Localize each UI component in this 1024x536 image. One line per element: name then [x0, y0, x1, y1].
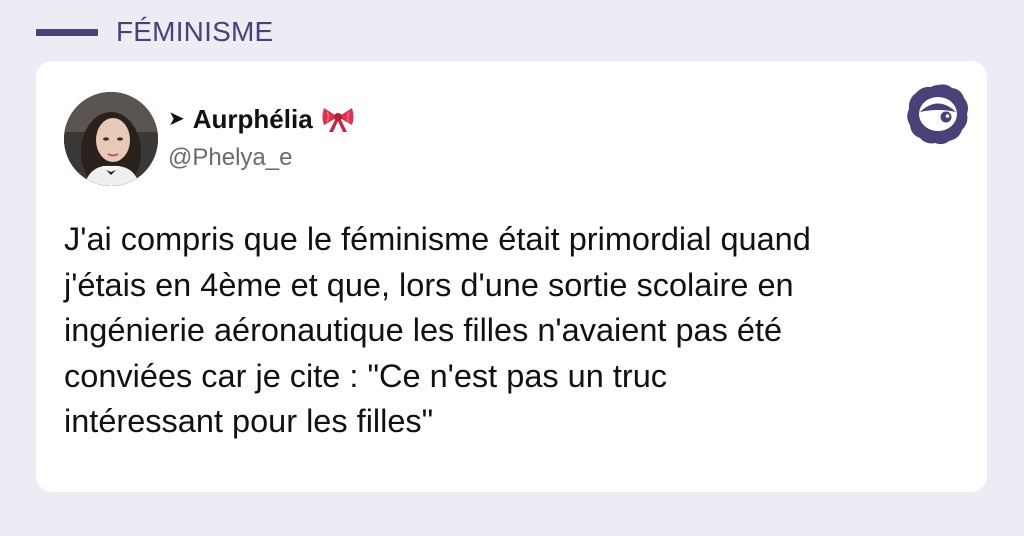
tweet-text-line: conviées car je cite : "Ce n'est pas un …: [64, 357, 668, 394]
page: FÉMINISME ➤ Aurphélia @Phelya_e J'ai com…: [0, 0, 1024, 536]
ribbon-bow-icon: [322, 108, 354, 132]
category-label: FÉMINISME: [116, 16, 274, 47]
category-bar: [36, 28, 98, 36]
tweet-text: J'ai compris que le féminisme était prim…: [64, 217, 964, 445]
display-name[interactable]: Aurphélia: [193, 104, 313, 135]
avatar[interactable]: [64, 92, 158, 186]
tweet-text-line: ingénierie aéronautique les filles n'ava…: [64, 312, 783, 348]
avatar-image: [64, 92, 158, 186]
category-header: FÉMINISME: [36, 14, 273, 50]
author-name-row[interactable]: ➤ Aurphélia: [168, 102, 355, 136]
tweet-text-line: J'ai compris que le féminisme était prim…: [64, 221, 811, 257]
tweet-text-line: j'étais en 4ème et que, lors d'une sorti…: [64, 266, 794, 303]
arrow-right-icon: ➤: [168, 108, 185, 130]
tweet-card: ➤ Aurphélia @Phelya_e J'ai compris que l…: [36, 61, 987, 492]
tweet-text-line: intéressant pour les filles": [64, 403, 434, 439]
author-handle[interactable]: @Phelya_e: [168, 144, 292, 172]
brand-logo-icon: [907, 84, 968, 145]
